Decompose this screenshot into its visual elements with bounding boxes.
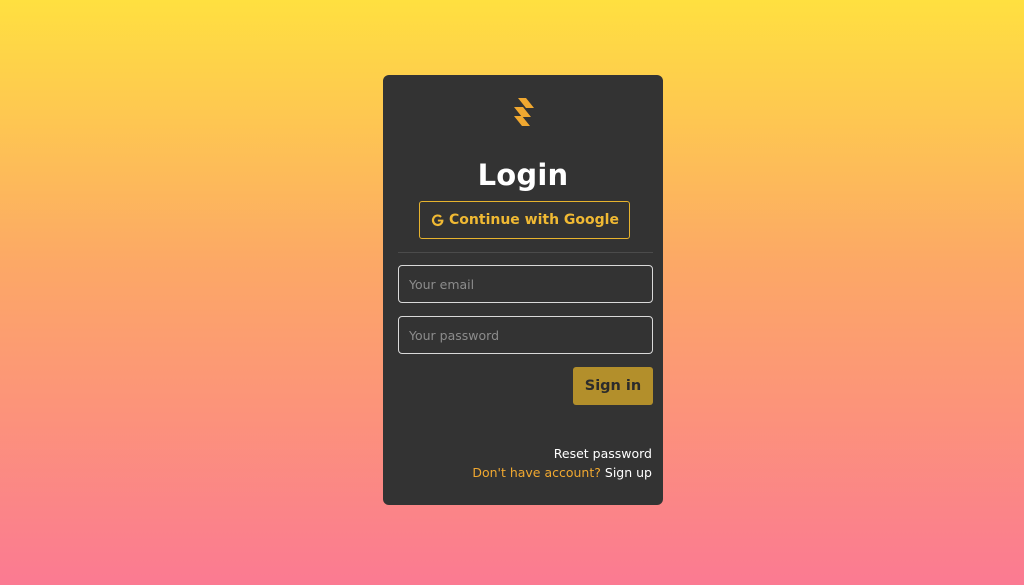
no-account-text: Don't have account? (472, 465, 601, 480)
divider (398, 252, 653, 253)
continue-with-google-button[interactable]: Continue with Google (419, 201, 630, 239)
app-logo-icon (509, 95, 539, 129)
password-input[interactable] (398, 316, 653, 354)
google-button-label: Continue with Google (449, 212, 619, 228)
auth-links: Reset password Don't have account? Sign … (472, 444, 652, 482)
sign-in-button[interactable]: Sign in (573, 367, 653, 405)
sign-up-link[interactable]: Sign up (605, 465, 652, 480)
login-card: Login Continue with Google Sign in Reset… (383, 75, 663, 505)
reset-password-link[interactable]: Reset password (554, 446, 652, 461)
page-title: Login (477, 158, 569, 192)
google-icon (431, 213, 444, 226)
email-input[interactable] (398, 265, 653, 303)
